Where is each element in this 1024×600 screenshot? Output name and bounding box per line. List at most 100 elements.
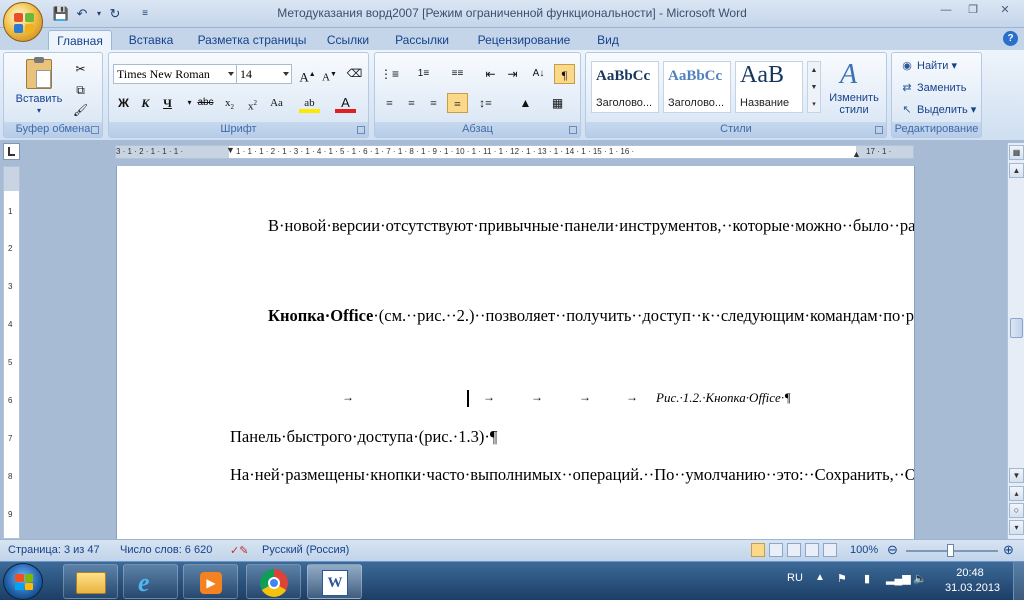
right-indent-marker-icon[interactable]: ▲ [852,149,861,159]
tab-mailings[interactable]: Рассылки [384,30,460,50]
show-formatting-marks-icon[interactable]: ¶ [554,64,575,84]
tab-view[interactable]: Вид [588,30,628,50]
styles-launcher-icon[interactable] [875,126,883,134]
increase-indent-icon[interactable]: ⇥ [502,64,523,84]
restore-button[interactable]: ❐ [960,2,986,18]
decrease-indent-icon[interactable]: ⇤ [480,64,501,84]
cut-icon[interactable]: ✂ [70,59,91,79]
battery-icon[interactable]: ▮ [864,572,870,585]
font-name-combo[interactable]: Times New Roman [113,64,237,84]
show-desktop-button[interactable] [1013,562,1024,600]
scroll-down-icon[interactable]: ▼ [1009,468,1024,483]
show-hidden-icons-icon[interactable]: ▲ [815,572,825,583]
tab-references[interactable]: Ссылки [318,30,378,50]
next-page-icon[interactable]: ▾ [1009,520,1024,535]
scroll-up-icon[interactable]: ▲ [1009,163,1024,178]
document-page[interactable]: В·новой·версии·отсутствуют·привычные·пан… [117,166,914,539]
style-heading1[interactable]: AaBbCс Заголово... [591,61,659,113]
underline-icon[interactable]: Ч [157,93,178,113]
network-signal-icon[interactable]: ▂▄▆ [886,572,911,585]
minimize-button[interactable]: — [933,2,959,18]
tab-arrow-icon: → [483,390,495,404]
tab-insert[interactable]: Вставка [117,30,185,50]
tab-home[interactable]: Главная [48,30,112,50]
browse-object-icon[interactable]: ○ [1009,503,1024,518]
styles-scroll[interactable]: ▲ ▼ ▾ [807,61,821,113]
italic-icon[interactable]: К [135,93,156,113]
subscript-icon[interactable]: x2 [219,93,240,113]
align-center-icon[interactable]: ≡ [401,93,422,113]
vertical-ruler[interactable]: 12 34 56 78 9 [3,166,20,539]
scroll-thumb[interactable] [1010,318,1023,338]
align-left-icon[interactable]: ≡ [379,93,400,113]
numbering-icon[interactable]: 1≡ [413,64,434,84]
print-layout-view-icon[interactable] [751,543,765,557]
align-right-icon[interactable]: ≡ [423,93,444,113]
indent-marker-icon[interactable]: ▼ [226,145,235,155]
help-icon[interactable]: ? [1003,31,1018,46]
start-button[interactable] [3,563,43,600]
tab-review[interactable]: Рецензирование [466,30,582,50]
style-title[interactable]: AaB Название [735,61,803,113]
taskbar-explorer[interactable] [63,564,118,599]
volume-icon[interactable]: 🔈 [913,572,927,585]
outline-view-icon[interactable] [805,543,819,557]
web-layout-icon[interactable] [787,543,801,557]
keyboard-language[interactable]: RU [787,572,803,584]
highlight-icon[interactable]: ab [299,93,320,113]
sort-icon[interactable]: A↓ [528,64,549,84]
shading-icon[interactable]: ▲ [515,93,536,113]
shrink-font-icon[interactable]: A▼ [319,64,340,84]
grow-font-icon[interactable]: A▲ [297,64,318,84]
paragraph-launcher-icon[interactable] [569,126,577,134]
taskbar-media-player[interactable]: ▶ [183,564,238,599]
multilevel-list-icon[interactable]: ≡≡ [447,64,468,84]
tab-selector[interactable] [3,143,20,160]
taskbar-internet-explorer[interactable]: e [123,564,178,599]
zoom-slider-thumb[interactable] [947,544,954,557]
copy-icon[interactable]: ⧉ [70,80,91,100]
style-heading2[interactable]: AaBbCс Заголово... [663,61,731,113]
font-color-icon[interactable]: A [335,93,356,113]
spelling-check-icon[interactable]: ✓✎ [230,544,248,557]
line-spacing-icon[interactable]: ↕≡ [475,93,496,113]
language-indicator[interactable]: Русский (Россия) [262,544,349,556]
font-size-combo[interactable]: 14 [236,64,292,84]
select-button[interactable]: ↖ Выделить ▾ [900,101,976,119]
zoom-in-icon[interactable]: ⊕ [1003,542,1014,558]
view-ruler-icon[interactable]: ▦ [1009,145,1024,160]
paste-label: Вставить [15,93,63,105]
action-center-flag-icon[interactable]: ⚑ [837,572,847,585]
zoom-level[interactable]: 100% [850,544,878,556]
horizontal-ruler[interactable]: 3 · 1 · 2 · 1 · 1 · 1 · 1 · 1 · 1 · 2 · … [115,145,914,159]
borders-icon[interactable]: ▦ [547,93,568,113]
office-button[interactable] [3,2,43,42]
justify-icon[interactable]: ≡ [447,93,468,113]
font-launcher-icon[interactable] [357,126,365,134]
vertical-scrollbar[interactable]: ▦ ▲ ▼ ▴ ○ ▾ [1007,143,1024,539]
bullets-icon[interactable]: ⋮≡ [379,64,400,84]
strikethrough-icon[interactable]: abc [195,93,216,113]
change-styles-button[interactable]: A Изменить стили [824,57,884,119]
find-button[interactable]: ◉ Найти ▾ [900,57,957,75]
format-painter-icon[interactable]: 🖌 [70,100,91,120]
word-count[interactable]: Число слов: 6 620 [120,544,212,556]
replace-button[interactable]: ⇄ Заменить [900,79,966,97]
draft-view-icon[interactable] [823,543,837,557]
tab-page-layout[interactable]: Разметка страницы [190,30,314,50]
taskbar-chrome[interactable] [246,564,301,599]
superscript-icon[interactable]: x2 [242,93,263,113]
bold-icon[interactable]: Ж [113,93,134,113]
clear-formatting-icon[interactable]: ⌫ [344,64,365,84]
paste-button[interactable]: Вставить ▾ [10,56,68,116]
page-counter[interactable]: Страница: 3 из 47 [8,544,100,556]
close-button[interactable]: ✕ [992,2,1018,18]
font-group: Times New Roman 14 A▲ A▼ ⌫ Ж К Ч ▾ abc x… [108,52,369,138]
system-clock[interactable]: 20:48 31.03.2013 [945,566,1000,596]
full-screen-reading-icon[interactable] [769,543,783,557]
clipboard-launcher-icon[interactable] [91,126,99,134]
taskbar-word[interactable]: W [307,564,362,599]
change-case-icon[interactable]: Aa [266,93,287,113]
zoom-out-icon[interactable]: ⊖ [887,542,898,558]
previous-page-icon[interactable]: ▴ [1009,486,1024,501]
